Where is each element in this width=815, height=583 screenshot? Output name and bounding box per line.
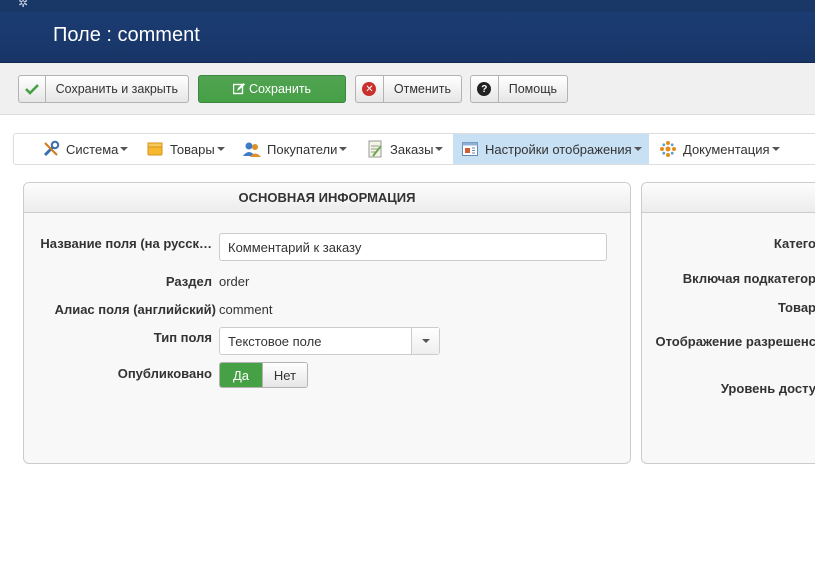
section-label: Раздел (165, 274, 212, 289)
component-menu: Система Товары Покупатели Заказы Настрой… (13, 133, 815, 165)
field-type-select[interactable]: Текстовое поле (219, 327, 440, 355)
menu-item-products[interactable]: Товары (146, 134, 225, 164)
menu-item-system[interactable]: Система (42, 134, 129, 164)
box-icon (146, 140, 164, 158)
save-label: Сохранить (248, 82, 312, 96)
category-label: Катего (773, 236, 815, 251)
menu-item-display-settings[interactable]: Настройки отображения (453, 134, 649, 164)
chevron-down-icon (633, 147, 642, 151)
menu-item-documentation[interactable]: Документация (659, 134, 780, 164)
documentation-icon (659, 140, 677, 158)
main-info-title: ОСНОВНАЯ ИНФОРМАЦИЯ (24, 183, 630, 213)
chevron-down-icon (435, 147, 444, 151)
tools-icon (42, 140, 60, 158)
chevron-down-icon (771, 147, 780, 151)
cancel-button[interactable]: ✕ Отменить (355, 75, 462, 103)
chevron-down-icon (339, 147, 348, 151)
cancel-label: Отменить (393, 82, 451, 96)
save-and-close-label: Сохранить и закрыть (55, 82, 178, 96)
alias-value: comment (219, 302, 273, 317)
check-icon (19, 76, 46, 102)
published-yes-button[interactable]: Да (220, 363, 262, 387)
include-subcategories-label: Включая подкатегор (682, 271, 815, 286)
menu-item-customers[interactable]: Покупатели (243, 134, 348, 164)
published-toggle: Да Нет (219, 362, 308, 388)
alias-label: Алиас поля (английский) (54, 302, 216, 317)
field-name-label: Название поля (на русск… (40, 236, 212, 251)
page-header: Поле : comment (0, 12, 815, 63)
chevron-down-icon[interactable] (411, 328, 439, 354)
toolbar: Сохранить и закрыть Сохранить ✕ Отменить… (0, 63, 815, 115)
page-title: Поле : comment (53, 24, 200, 46)
field-name-input[interactable] (219, 233, 607, 261)
menu-item-label: Настройки отображения (485, 141, 632, 157)
field-type-label: Тип поля (153, 330, 212, 345)
menu-item-label: Система (66, 141, 119, 157)
published-no-button[interactable]: Нет (262, 363, 307, 387)
admin-topbar: ✲ (0, 0, 815, 12)
edit-icon (232, 83, 245, 95)
published-label: Опубликовано (117, 366, 212, 381)
save-button[interactable]: Сохранить (198, 75, 346, 103)
save-and-close-button[interactable]: Сохранить и закрыть (18, 75, 189, 103)
cancel-icon: ✕ (356, 76, 384, 102)
field-type-value: Текстовое поле (228, 333, 322, 349)
display-allowed-label: Отображение разрешенс (655, 334, 815, 349)
side-panel: Катего Включая подкатегор Товар Отображе… (641, 182, 815, 464)
menu-item-label: Покупатели (267, 141, 338, 157)
main-info-panel: ОСНОВНАЯ ИНФОРМАЦИЯ Название поля (на ру… (23, 182, 631, 464)
access-level-label: Уровень досту (720, 381, 815, 396)
menu-item-label: Заказы (390, 141, 434, 157)
chevron-down-icon (216, 147, 225, 151)
menu-item-orders[interactable]: Заказы (366, 134, 444, 164)
chevron-down-icon (120, 147, 129, 151)
menu-item-label: Документация (683, 141, 770, 157)
help-button[interactable]: ? Помощь (470, 75, 568, 103)
help-label: Помощь (508, 82, 557, 96)
section-value: order (219, 274, 250, 289)
orders-icon (366, 140, 384, 158)
users-icon (243, 140, 261, 158)
joomla-logo-icon[interactable]: ✲ (18, 0, 28, 10)
side-panel-header (642, 183, 815, 213)
help-icon: ? (471, 76, 499, 102)
menu-item-label: Товары (170, 141, 215, 157)
products-label: Товар (777, 300, 815, 315)
display-settings-icon (461, 140, 479, 158)
